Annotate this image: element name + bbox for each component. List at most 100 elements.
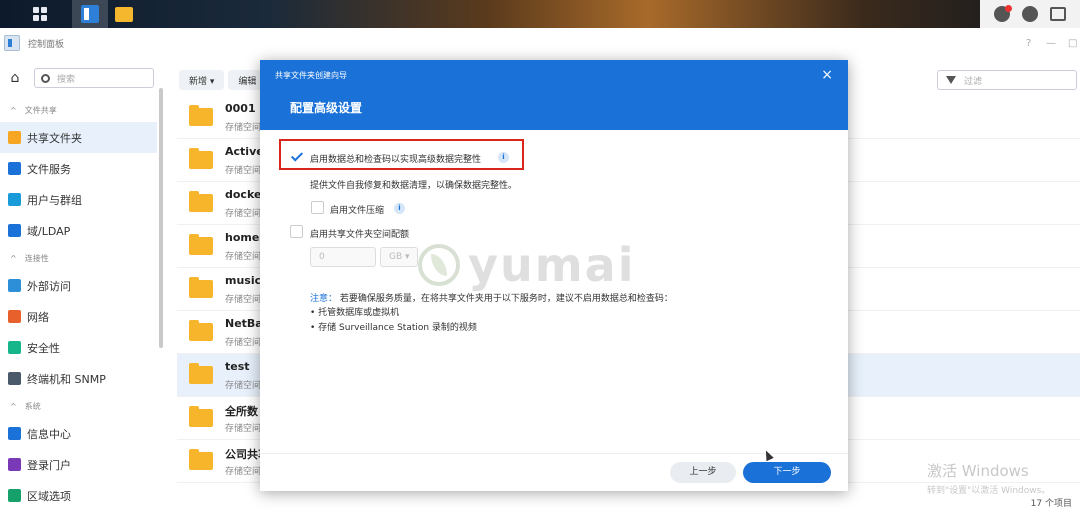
folder-name: test	[225, 360, 250, 373]
control-panel-icon	[81, 5, 99, 23]
folder-location: 存储空间	[225, 123, 262, 133]
checksum-label: 启用数据总和检查码以实现高级数据完整性	[310, 155, 482, 165]
activation-title: 激活 Windows	[927, 462, 1029, 480]
home-icon: ⌂	[10, 70, 20, 86]
sidebar-item[interactable]: 文件服务	[0, 153, 157, 184]
sidebar-item[interactable]: 外部访问	[0, 270, 157, 301]
folder-name: music	[225, 274, 262, 287]
sidebar-item[interactable]: 安全性	[0, 332, 157, 363]
quota-checkbox[interactable]	[290, 225, 303, 238]
info-icon[interactable]: i	[498, 152, 509, 163]
sidebar-item[interactable]: 信息中心	[0, 418, 157, 449]
search-icon	[41, 73, 50, 83]
folder-icon	[189, 148, 213, 169]
sidebar-group-header[interactable]: ^ 系统	[0, 394, 165, 418]
leaf-logo-icon	[418, 244, 460, 286]
sidebar-item-label: 文件服务	[27, 162, 71, 176]
watermark-text: yumai	[468, 238, 636, 292]
note-item: • 存储 Surveillance Station 录制的视频	[310, 323, 477, 333]
widgets-icon[interactable]	[1050, 7, 1066, 21]
quota-size-input[interactable]: 0	[310, 247, 376, 267]
sidebar-item[interactable]: 网络	[0, 301, 157, 332]
step-title: 配置高级设置	[290, 101, 363, 115]
notification-icon[interactable]	[994, 5, 1012, 22]
main-menu-button[interactable]	[22, 0, 58, 28]
sidebar-item[interactable]: 区域选项	[0, 480, 157, 511]
info-center-icon	[8, 427, 21, 440]
windows-activation-watermark: 激活 Windows 转到"设置"以激活 Windows。	[927, 460, 1050, 496]
help-button[interactable]: ?	[1026, 38, 1031, 49]
sidebar: ⌂ 搜索 ^ 文件共享共享文件夹文件服务用户与群组域/LDAP ^ 连接性外部访问 网络…	[0, 58, 165, 517]
external-access-icon	[8, 279, 21, 292]
window-title: 控制面板	[28, 39, 65, 50]
compression-checkbox[interactable]	[311, 201, 324, 214]
home-button[interactable]: ⌂	[4, 67, 26, 89]
sidebar-scrollbar[interactable]	[159, 88, 163, 348]
folder-icon	[189, 320, 213, 341]
note-body: 若要确保服务质量，在将共享文件夹用于以下服务时，建议不启用数据总和检查码：	[339, 294, 673, 304]
folder-icon	[189, 191, 213, 212]
taskbar	[0, 0, 1080, 28]
dialog-header: 共享文件夹创建向导 配置高级设置 ×	[260, 60, 848, 130]
folder-location: 存储空间	[225, 467, 262, 477]
security-icon	[8, 341, 21, 354]
sidebar-item[interactable]: 终端机和 SNMP	[0, 363, 157, 394]
sidebar-search-input[interactable]: 搜索	[34, 68, 154, 88]
yumai-watermark: yumai	[418, 238, 635, 292]
file-services-icon	[8, 162, 21, 175]
folder-icon	[189, 277, 213, 298]
wizard-title: 共享文件夹创建向导	[275, 71, 347, 80]
quota-label: 启用共享文件夹空间配额	[310, 230, 410, 240]
sidebar-group-label: 系统	[24, 401, 41, 411]
taskbar-file-station[interactable]	[108, 0, 140, 28]
folder-location: 存储空间	[225, 166, 262, 176]
user-icon[interactable]	[1022, 6, 1038, 22]
search-placeholder: 搜索	[57, 74, 76, 85]
taskbar-control-panel[interactable]	[72, 0, 108, 28]
checksum-checkbox[interactable]	[290, 150, 303, 163]
sidebar-item-label: 安全性	[27, 341, 60, 355]
folder-name: 0001	[225, 102, 256, 115]
folder-icon	[189, 363, 213, 384]
close-icon[interactable]: ×	[821, 67, 833, 83]
sidebar-item[interactable]: 用户与群组	[0, 184, 157, 215]
folder-icon	[115, 6, 133, 22]
checksum-description: 提供文件自我修复和数据清理，以确保数据完整性。	[310, 181, 518, 191]
previous-button[interactable]: 上一步	[670, 462, 736, 483]
sidebar-group-header[interactable]: ^ 连接性	[0, 246, 165, 270]
activation-hint: 转到"设置"以激活 Windows。	[927, 486, 1051, 496]
minimize-button[interactable]: —	[1046, 38, 1056, 49]
control-panel-icon	[4, 35, 20, 51]
folder-location: 存储空间	[225, 338, 262, 348]
taskbar-tray	[980, 0, 1080, 28]
create-button[interactable]: 新增 ▾	[179, 70, 225, 90]
window-titlebar: 控制面板	[0, 28, 1080, 58]
chevron-up-icon: ^	[10, 105, 17, 115]
filter-input[interactable]: 过滤	[937, 70, 1077, 90]
folder-location: 存储空间	[225, 381, 262, 391]
sidebar-item-label: 终端机和 SNMP	[27, 372, 106, 386]
quota-unit-select[interactable]: GB ▾	[380, 247, 418, 267]
item-count: 17 个项目	[1030, 499, 1072, 509]
login-portal-icon	[8, 458, 21, 471]
next-button[interactable]: 下一步	[743, 462, 831, 483]
maximize-button[interactable]: □	[1068, 38, 1077, 49]
sidebar-item-label: 用户与群组	[27, 193, 82, 207]
regional-options-icon	[8, 489, 21, 502]
note-item: • 托管数据库或虚拟机	[310, 308, 400, 318]
sidebar-item-label: 共享文件夹	[27, 131, 82, 145]
sidebar-group-label: 连接性	[24, 253, 49, 263]
folder-icon	[189, 449, 213, 470]
domain-ldap-icon	[8, 224, 21, 237]
filter-icon	[946, 76, 956, 84]
note-label: 注意：	[310, 294, 338, 304]
sidebar-item[interactable]: 域/LDAP	[0, 215, 157, 246]
chevron-up-icon: ^	[10, 253, 17, 263]
sidebar-item[interactable]: 共享文件夹	[0, 122, 157, 153]
info-icon[interactable]: i	[394, 203, 405, 214]
filter-placeholder: 过滤	[964, 76, 983, 87]
sidebar-group-header[interactable]: ^ 文件共享	[0, 98, 165, 122]
dialog-footer-divider	[260, 453, 848, 454]
terminal-snmp-icon	[8, 372, 21, 385]
sidebar-item[interactable]: 登录门户	[0, 449, 157, 480]
